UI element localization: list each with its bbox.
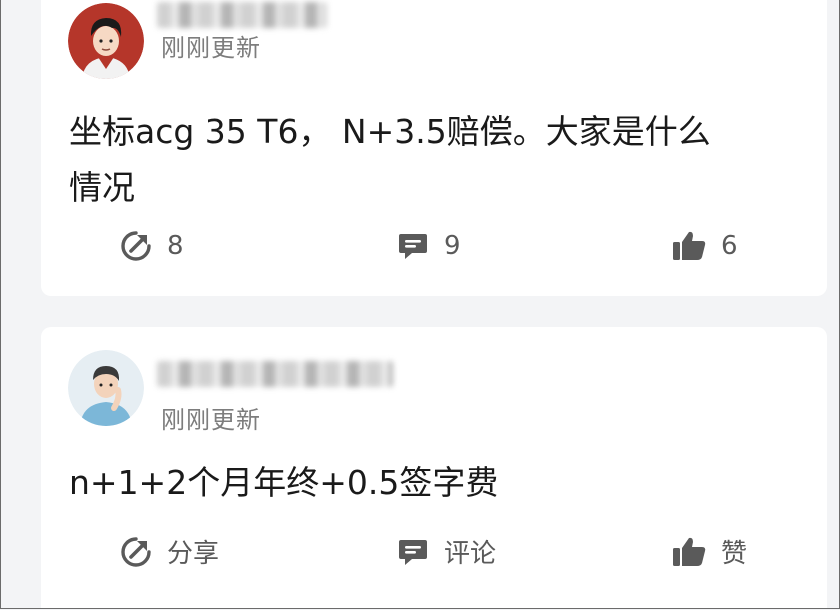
post-text-line: 情况 bbox=[69, 168, 135, 207]
comment-label: 评论 bbox=[444, 539, 497, 569]
avatar[interactable] bbox=[68, 350, 144, 426]
action-bar: 8 9 6 bbox=[41, 229, 827, 269]
post-text: n+1+2个月年终+0.5签字费 bbox=[69, 455, 809, 511]
like-label: 赞 bbox=[721, 539, 748, 569]
post-card: 刚刚更新 坐标acg 35 T6， N+3.5赔偿。大家是什么 情况 8 9 6 bbox=[41, 0, 827, 296]
share-icon bbox=[121, 536, 151, 567]
comment-count: 9 bbox=[444, 231, 461, 261]
like-count: 6 bbox=[721, 231, 738, 261]
avatar[interactable] bbox=[68, 3, 144, 79]
comment-icon bbox=[399, 234, 427, 259]
like-icon bbox=[673, 537, 706, 566]
timestamp: 刚刚更新 bbox=[161, 406, 261, 434]
username-redacted[interactable] bbox=[157, 361, 393, 387]
share-button[interactable]: 8 bbox=[119, 229, 184, 263]
post-text: 坐标acg 35 T6， N+3.5赔偿。大家是什么 情况 bbox=[69, 104, 809, 216]
like-icon bbox=[673, 231, 706, 260]
post-text-line: 坐标acg 35 T6， N+3.5赔偿。大家是什么 bbox=[69, 112, 711, 151]
comment-button[interactable]: 9 bbox=[396, 229, 461, 263]
share-label: 分享 bbox=[167, 539, 220, 569]
comment-button[interactable]: 评论 bbox=[396, 533, 496, 570]
username-redacted[interactable] bbox=[157, 2, 327, 28]
share-icon bbox=[121, 231, 151, 261]
comment-icon bbox=[399, 539, 427, 565]
feed: 刚刚更新 坐标acg 35 T6， N+3.5赔偿。大家是什么 情况 8 9 6… bbox=[0, 0, 840, 609]
like-button[interactable]: 6 bbox=[671, 229, 738, 263]
share-button[interactable]: 分享 bbox=[119, 533, 219, 570]
post-card: 刚刚更新 n+1+2个月年终+0.5签字费 分享 评论 赞 bbox=[41, 327, 827, 608]
action-bar: 分享 评论 赞 bbox=[41, 533, 827, 573]
like-button[interactable]: 赞 bbox=[671, 533, 747, 570]
post-text-line: n+1+2个月年终+0.5签字费 bbox=[69, 463, 499, 502]
share-count: 8 bbox=[167, 231, 184, 261]
timestamp: 刚刚更新 bbox=[161, 34, 261, 62]
